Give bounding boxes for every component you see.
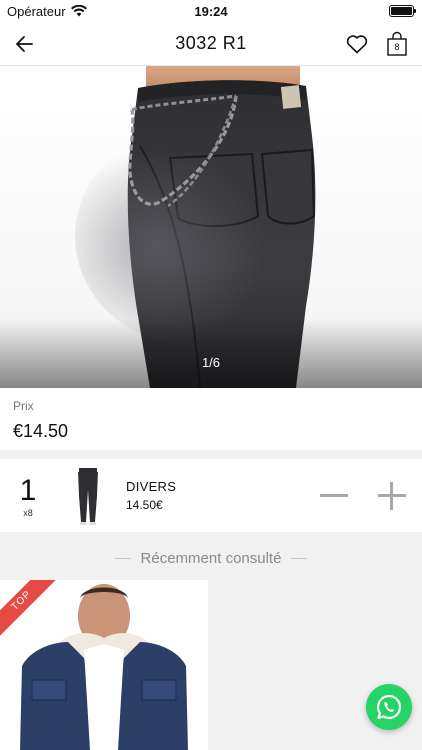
product-image-gallery[interactable]: 1/6: [0, 66, 422, 388]
heart-icon[interactable]: [345, 32, 369, 56]
image-shade: [0, 318, 422, 388]
cart-line-row: 1 x8 DIVERS 14.50€: [0, 459, 422, 532]
recently-viewed-title: Récemment consulté: [140, 550, 282, 567]
price-value: €14.50: [13, 421, 69, 441]
divider-line: [291, 558, 308, 559]
item-name: DIVERS: [126, 479, 177, 494]
quantity-number: 1: [19, 473, 37, 507]
price-label: Prix: [13, 399, 34, 413]
whatsapp-icon: [377, 694, 402, 720]
recent-product-card[interactable]: TOP: [0, 580, 208, 750]
whatsapp-button[interactable]: [366, 684, 412, 730]
shopping-bag-button[interactable]: 8: [386, 31, 408, 57]
recent-product-photo: [20, 584, 188, 750]
decrease-quantity-button[interactable]: [320, 494, 348, 497]
price-section: Prix €14.50: [0, 388, 422, 450]
recently-viewed-header: Récemment consulté: [0, 550, 422, 567]
battery-icon: [389, 5, 416, 17]
item-thumbnail: [62, 466, 114, 526]
status-bar: Opérateur 19:24: [0, 0, 422, 22]
cart-count-badge: 8: [394, 42, 400, 52]
item-price: 14.50€: [126, 498, 163, 512]
increase-quantity-button[interactable]: [378, 482, 406, 510]
nav-bar: 3032 R1 8: [0, 22, 422, 66]
quantity-display: 1 x8: [0, 474, 56, 518]
status-time: 19:24: [194, 3, 228, 19]
quantity-multiplier: x8: [23, 507, 33, 518]
item-info: DIVERS 14.50€: [126, 479, 176, 512]
divider-line: [114, 558, 131, 559]
image-counter: 1/6: [201, 355, 221, 370]
